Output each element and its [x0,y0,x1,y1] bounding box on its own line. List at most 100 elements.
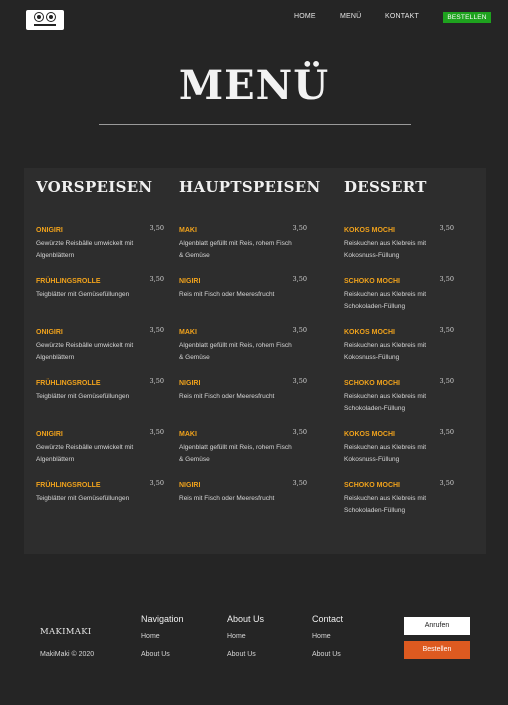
menu-item: ONIGIRI 3,50 Gewürzte Reisbälle umwickelt … [36,224,164,262]
footer-link-home[interactable]: Home [312,631,343,642]
menu-item-description: Gewürzte Reisbälle umwickelt mit Algenbl… [36,342,134,361]
menu-item: NIGIRI 3,50 Reis mit Fisch oder Meeresfruc… [179,377,307,403]
menu-item-name: MAKI [179,431,197,438]
menu-item-name: SCHOKO MOCHI [344,278,400,285]
menu-item: SCHOKO MOCHI 3,50 Reiskuchen aus Klebreis … [344,377,454,415]
menu-item-name: KOKOS MOCHI [344,227,395,234]
footer-link-about-us[interactable]: About Us [312,649,343,660]
menu-item-price: 3,50 [149,224,164,232]
site-header: HOME MENÜ KONTAKT BESTELLEN [0,0,508,40]
menu-item: NIGIRI 3,50 Reis mit Fisch oder Meeresfruc… [179,479,307,505]
menu-item-price: 3,50 [149,479,164,487]
menu-item: MAKI 3,50 Algenblatt gefüllt mit Reis, roh… [179,428,307,466]
menu-item-name: NIGIRI [179,482,201,489]
section-heading-vorspeisen: VORSPEISEN [36,178,153,196]
footer-link-about-us[interactable]: About Us [227,649,264,660]
buy-button[interactable]: Bestellen [404,641,470,659]
sushi-roll-icon [47,13,55,21]
menu-item: NIGIRI 3,50 Reis mit Fisch oder Meeresfruc… [179,275,307,301]
menu-item-price: 3,50 [149,377,164,385]
menu-item-price: 3,50 [149,326,164,334]
menu-item: KOKOS MOCHI 3,50 Reiskuchen aus Klebreis m… [344,224,454,262]
menu-item-name: KOKOS MOCHI [344,329,395,336]
footer-column-heading: About Us [227,614,265,624]
menu-item-price: 3,50 [292,428,307,436]
menu-item-description: Teigblätter mit Gemüsefüllungen [36,393,130,400]
menu-item-description: Algenblatt gefüllt mit Reis, rohem Fisch… [179,444,292,463]
footer-brand: MAKIMAKI [40,627,92,637]
footer-column-contact: Contact Home About Us [312,614,343,660]
menu-item-price: 3,50 [439,428,454,436]
menu-item-name: SCHOKO MOCHI [344,482,400,489]
menu-item-name: FRÜHLINGSROLLE [36,380,101,387]
menu-item-description: Algenblatt gefüllt mit Reis, rohem Fisch… [179,240,292,259]
menu-item-name: NIGIRI [179,278,201,285]
menu-item-description: Algenblatt gefüllt mit Reis, rohem Fisch… [179,342,292,361]
footer-link-home[interactable]: Home [227,631,264,642]
menu-item: ONIGIRI 3,50 Gewürzte Reisbälle umwickelt … [36,326,164,364]
menu-item-description: Teigblätter mit Gemüsefüllungen [36,291,130,298]
menu-item-price: 3,50 [439,224,454,232]
menu-item-price: 3,50 [292,377,307,385]
footer-copyright: MakiMaki © 2020 [40,651,95,658]
menu-item-name: ONIGIRI [36,227,63,234]
menu-item-price: 3,50 [149,428,164,436]
menu-item-description: Reiskuchen aus Klebreis mit Schokoladen-… [344,291,427,310]
menu-item-description: Teigblätter mit Gemüsefüllungen [36,495,130,502]
menu-item-description: Reis mit Fisch oder Meeresfrucht [179,495,275,502]
menu-item: KOKOS MOCHI 3,50 Reiskuchen aus Klebreis m… [344,326,454,364]
menu-item-description: Reiskuchen aus Klebreis mit Kokosnuss-Fü… [344,240,427,259]
menu-item-name: KOKOS MOCHI [344,431,395,438]
menu-item-name: ONIGIRI [36,329,63,336]
nav-link-menu[interactable]: MENÜ [340,13,361,20]
menu-item-name: FRÜHLINGSROLLE [36,482,101,489]
menu-item: FRÜHLINGSROLLE 3,50 Teigblätter mit Gemüse… [36,479,164,505]
menu-item: SCHOKO MOCHI 3,50 Reiskuchen aus Klebreis … [344,275,454,313]
page-title: MENÜ [178,62,330,109]
menu-item: ONIGIRI 3,50 Gewürzte Reisbälle umwickelt … [36,428,164,466]
menu-item: KOKOS MOCHI 3,50 Reiskuchen aus Klebreis m… [344,428,454,466]
title-divider [99,124,411,125]
menu-item-price: 3,50 [292,224,307,232]
menu-item-price: 3,50 [149,275,164,283]
menu-item-price: 3,50 [292,275,307,283]
menu-item-price: 3,50 [439,326,454,334]
menu-item-name: SCHOKO MOCHI [344,380,400,387]
menu-item: SCHOKO MOCHI 3,50 Reiskuchen aus Klebreis … [344,479,454,517]
menu-item: MAKI 3,50 Algenblatt gefüllt mit Reis, roh… [179,326,307,364]
menu-item-name: ONIGIRI [36,431,63,438]
chopsticks-icon [34,24,56,26]
menu-item-description: Gewürzte Reisbälle umwickelt mit Algenbl… [36,444,134,463]
menu-item-description: Reis mit Fisch oder Meeresfrucht [179,393,275,400]
menu-item-price: 3,50 [439,275,454,283]
menu-item: MAKI 3,50 Algenblatt gefüllt mit Reis, roh… [179,224,307,262]
menu-item-description: Gewürzte Reisbälle umwickelt mit Algenbl… [36,240,134,259]
nav-link-kontakt[interactable]: KONTAKT [385,13,419,20]
footer-link-about-us[interactable]: About Us [141,649,184,660]
order-button[interactable]: BESTELLEN [443,12,491,23]
menu-item-description: Reiskuchen aus Klebreis mit Schokoladen-… [344,495,427,514]
sushi-logo-icon[interactable] [26,10,64,30]
footer-column-navigation: Navigation Home About Us [141,614,184,660]
footer-column-about-us: About Us Home About Us [227,614,264,660]
menu-item-name: FRÜHLINGSROLLE [36,278,101,285]
menu-item-description: Reiskuchen aus Klebreis mit Schokoladen-… [344,393,427,412]
menu-item-description: Reis mit Fisch oder Meeresfrucht [179,291,275,298]
menu-item-description: Reiskuchen aus Klebreis mit Kokosnuss-Fü… [344,342,427,361]
menu-item-name: MAKI [179,227,197,234]
section-heading-dessert: DESSERT [344,178,427,196]
menu-item: FRÜHLINGSROLLE 3,50 Teigblätter mit Gemüse… [36,275,164,301]
nav-link-home[interactable]: HOME [294,13,316,20]
menu-item-price: 3,50 [439,479,454,487]
footer-column-heading: Contact [312,614,344,624]
menu-item-description: Reiskuchen aus Klebreis mit Kokosnuss-Fü… [344,444,427,463]
menu-item-price: 3,50 [439,377,454,385]
section-heading-hauptspeisen: HAUPTSPEISEN [179,178,321,196]
menu-item-price: 3,50 [292,479,307,487]
menu-item-name: MAKI [179,329,197,336]
footer-link-home[interactable]: Home [141,631,184,642]
menu-item-name: NIGIRI [179,380,201,387]
call-button[interactable]: Anrufen [404,617,470,635]
sushi-roll-icon [35,13,43,21]
menu-item-price: 3,50 [292,326,307,334]
